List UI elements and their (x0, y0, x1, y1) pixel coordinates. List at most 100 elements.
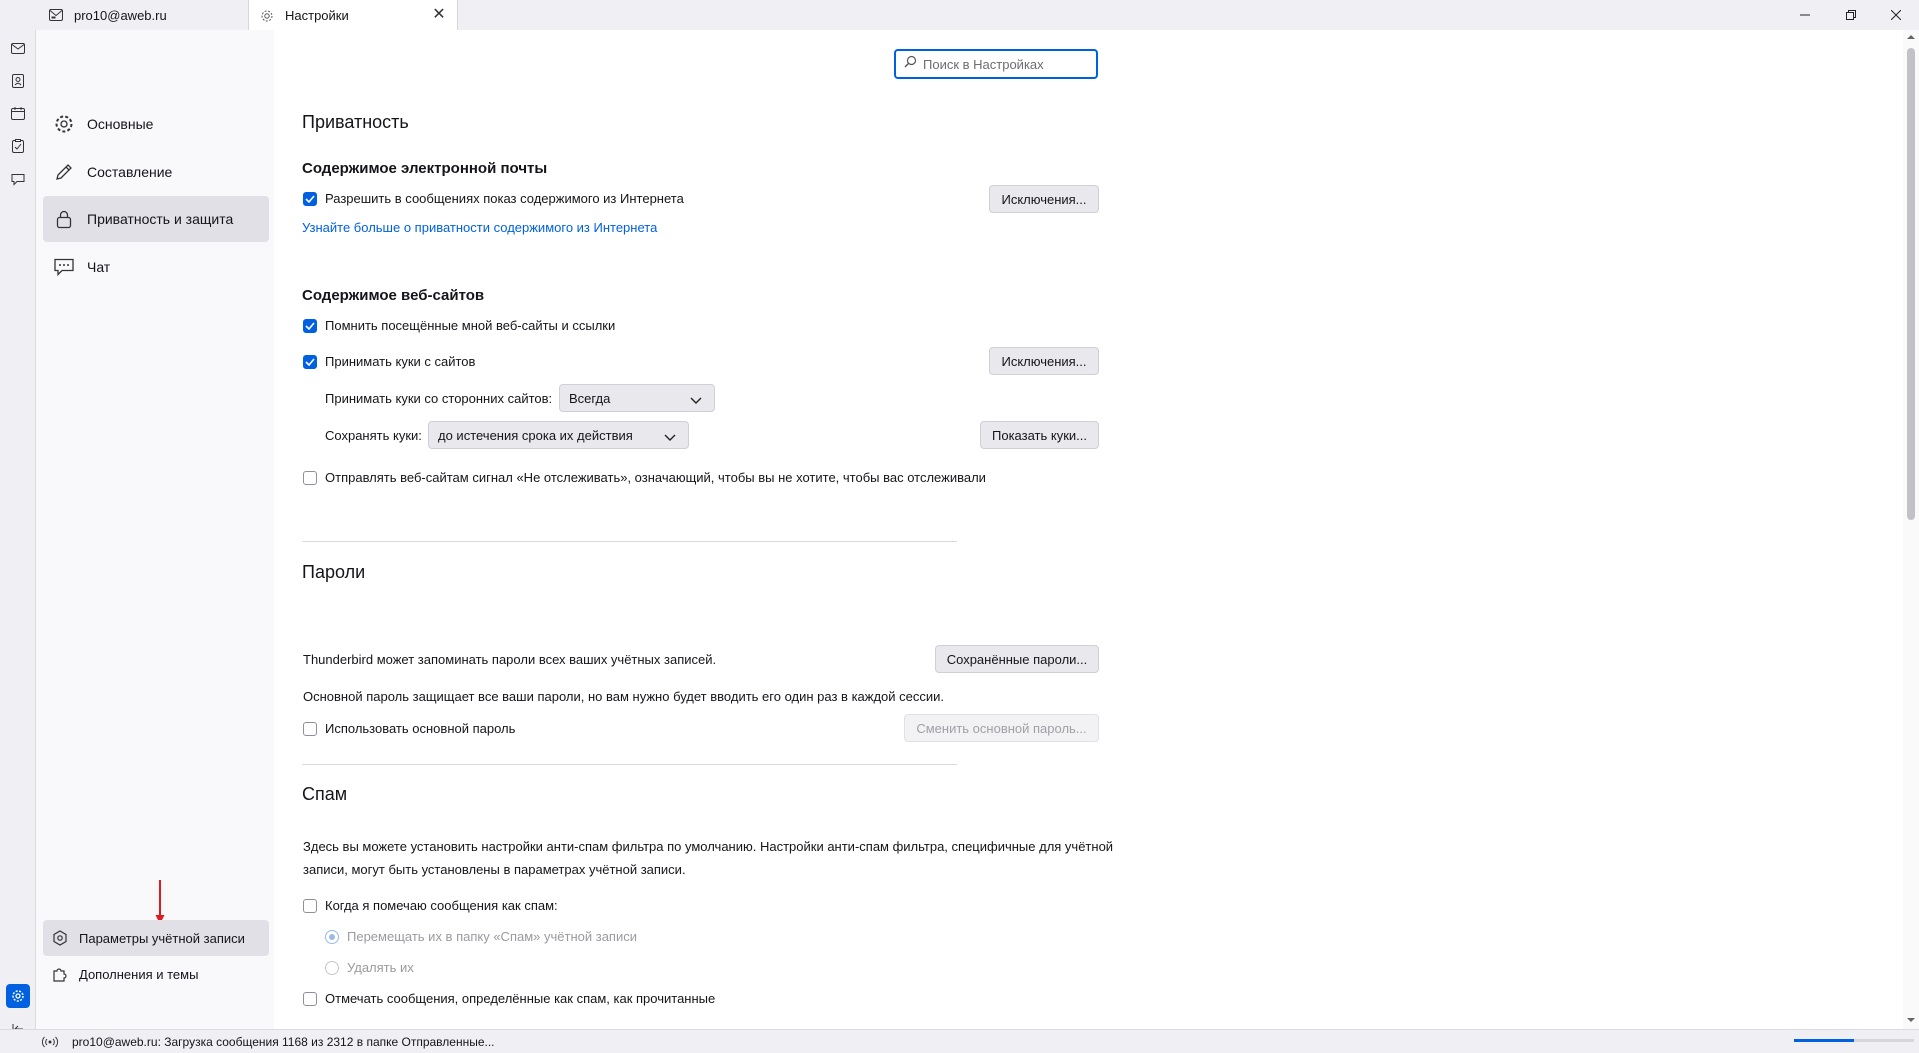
allow-remote-content-row[interactable]: Разрешить в сообщениях показ содержимого… (303, 191, 684, 206)
delete-spam-label: Удалять их (347, 960, 414, 975)
close-window-button[interactable] (1873, 0, 1919, 30)
minimize-button[interactable] (1782, 0, 1828, 30)
move-to-spam-label: Перемещать их в папку «Спам» учётной зап… (347, 929, 637, 944)
account-settings-icon (51, 929, 69, 947)
spam-description-line2: записи, могут быть установлены в парамет… (303, 862, 686, 877)
settings-search[interactable] (894, 49, 1098, 79)
progress-bar (1794, 1039, 1914, 1042)
calendar-icon[interactable] (7, 102, 29, 124)
mark-spam-read-label: Отмечать сообщения, определённые как спа… (325, 991, 716, 1006)
tasks-icon[interactable] (7, 135, 29, 157)
online-status-icon[interactable] (42, 1036, 58, 1048)
pencil-icon (53, 161, 75, 183)
gear-icon (53, 113, 75, 135)
do-not-track-label: Отправлять веб-сайтам сигнал «Не отслежи… (325, 470, 986, 485)
remote-content-exceptions-button[interactable]: Исключения... (989, 185, 1099, 213)
search-input[interactable] (921, 55, 1095, 73)
annotation-arrow (155, 880, 165, 924)
divider (302, 764, 957, 765)
nav-item-label: Основные (87, 116, 154, 132)
email-content-heading: Содержимое электронной почты (302, 160, 548, 177)
mark-spam-read-checkbox[interactable] (303, 991, 317, 1006)
passwords-heading: Пароли (302, 562, 366, 582)
remember-sites-row[interactable]: Помнить посещённые мной веб-сайты и ссыл… (303, 318, 615, 333)
mail-icon (48, 7, 64, 23)
scroll-up-icon[interactable] (1907, 34, 1915, 40)
status-bar: pro10@aweb.ru: Загрузка сообщения 1168 и… (0, 1029, 1919, 1053)
chevron-down-icon (664, 430, 676, 445)
keep-cookies-select[interactable]: до истечения срока их действия (428, 421, 689, 449)
allow-remote-content-label: Разрешить в сообщениях показ содержимого… (325, 191, 684, 206)
keep-cookies-value: до истечения срока их действия (438, 427, 633, 443)
mail-space-button[interactable] (7, 37, 29, 59)
settings-nav: Основные Составление Приватность и защит… (36, 30, 274, 1029)
accept-cookies-checkbox[interactable] (303, 354, 317, 369)
tab-bar: pro10@aweb.ru Настройки ✕ (0, 0, 1919, 31)
nav-item-composition[interactable]: Составление (43, 149, 269, 195)
accept-cookies-row[interactable]: Принимать куки с сайтов (303, 354, 475, 369)
accept-cookies-label: Принимать куки с сайтов (325, 354, 476, 369)
nav-item-chat[interactable]: Чат (43, 244, 269, 290)
do-not-track-checkbox[interactable] (303, 470, 317, 485)
tab-label: Настройки (285, 8, 349, 23)
learn-more-link[interactable]: Узнайте больше о приватности содержимого… (302, 220, 657, 235)
scrollbar[interactable] (1903, 30, 1919, 1029)
settings-content: Приватность Содержимое электронной почты… (274, 30, 1903, 1029)
change-primary-password-button: Сменить основной пароль... (904, 714, 1099, 742)
search-icon (904, 55, 917, 73)
show-cookies-button[interactable]: Показать куки... (980, 421, 1099, 449)
third-party-cookies-select[interactable]: Всегда (559, 384, 715, 412)
lock-icon (53, 208, 75, 230)
third-party-cookies-value: Всегда (569, 390, 611, 406)
use-primary-password-checkbox[interactable] (303, 721, 317, 736)
account-settings-button[interactable]: Параметры учётной записи (43, 920, 269, 956)
use-primary-password-label: Использовать основной пароль (325, 721, 516, 736)
allow-remote-content-checkbox[interactable] (303, 191, 317, 206)
nav-item-privacy[interactable]: Приватность и защита (43, 196, 269, 242)
spam-heading: Спам (302, 784, 348, 804)
do-not-track-row[interactable]: Отправлять веб-сайтам сигнал «Не отслежи… (303, 470, 986, 485)
when-mark-spam-row[interactable]: Когда я помечаю сообщения как спам: (303, 898, 558, 913)
keep-cookies-label: Сохранять куки: (325, 428, 422, 443)
account-settings-label: Параметры учётной записи (79, 930, 245, 946)
when-mark-spam-label: Когда я помечаю сообщения как спам: (325, 898, 558, 913)
when-mark-spam-checkbox[interactable] (303, 898, 317, 913)
scroll-down-icon[interactable] (1907, 1017, 1915, 1023)
status-text: pro10@aweb.ru: Загрузка сообщения 1168 и… (72, 1034, 495, 1049)
cookie-exceptions-button[interactable]: Исключения... (989, 347, 1099, 375)
chat-icon (53, 256, 75, 278)
address-book-icon[interactable] (7, 70, 29, 92)
privacy-heading: Приватность (302, 112, 409, 132)
nav-item-general[interactable]: Основные (43, 101, 269, 147)
move-to-spam-radio (325, 929, 339, 944)
remember-sites-checkbox[interactable] (303, 318, 317, 333)
puzzle-icon (51, 965, 69, 983)
nav-item-label: Чат (87, 259, 111, 275)
tab-mail[interactable]: pro10@aweb.ru (44, 0, 244, 30)
addons-themes-button[interactable]: Дополнения и темы (43, 956, 269, 992)
third-party-label: Принимать куки со сторонних сайтов: (325, 391, 553, 406)
nav-item-label: Приватность и защита (87, 211, 234, 227)
web-content-heading: Содержимое веб-сайтов (302, 287, 485, 304)
tab-settings[interactable]: Настройки ✕ (248, 0, 458, 31)
close-icon[interactable]: ✕ (431, 7, 447, 23)
delete-spam-option: Удалять их (325, 960, 414, 975)
divider (302, 541, 957, 542)
primary-password-description: Основной пароль защищает все ваши пароли… (303, 689, 945, 704)
nav-item-label: Составление (87, 164, 173, 180)
remember-sites-label: Помнить посещённые мной веб-сайты и ссыл… (325, 318, 616, 333)
chat-icon[interactable] (7, 168, 29, 190)
scroll-thumb[interactable] (1907, 48, 1915, 520)
progress-fill (1794, 1039, 1854, 1042)
passwords-description: Thunderbird может запоминать пароли всех… (303, 652, 717, 667)
mark-spam-read-row[interactable]: Отмечать сообщения, определённые как спа… (303, 991, 715, 1006)
spaces-toolbar (0, 30, 36, 1034)
settings-space-button[interactable] (6, 984, 30, 1008)
chevron-down-icon (690, 393, 702, 408)
move-to-spam-option: Перемещать их в папку «Спам» учётной зап… (325, 929, 637, 944)
gear-icon (259, 8, 275, 24)
delete-spam-radio (325, 960, 339, 975)
use-primary-password-row[interactable]: Использовать основной пароль (303, 721, 515, 736)
saved-passwords-button[interactable]: Сохранённые пароли... (935, 645, 1099, 673)
restore-button[interactable] (1828, 0, 1874, 30)
